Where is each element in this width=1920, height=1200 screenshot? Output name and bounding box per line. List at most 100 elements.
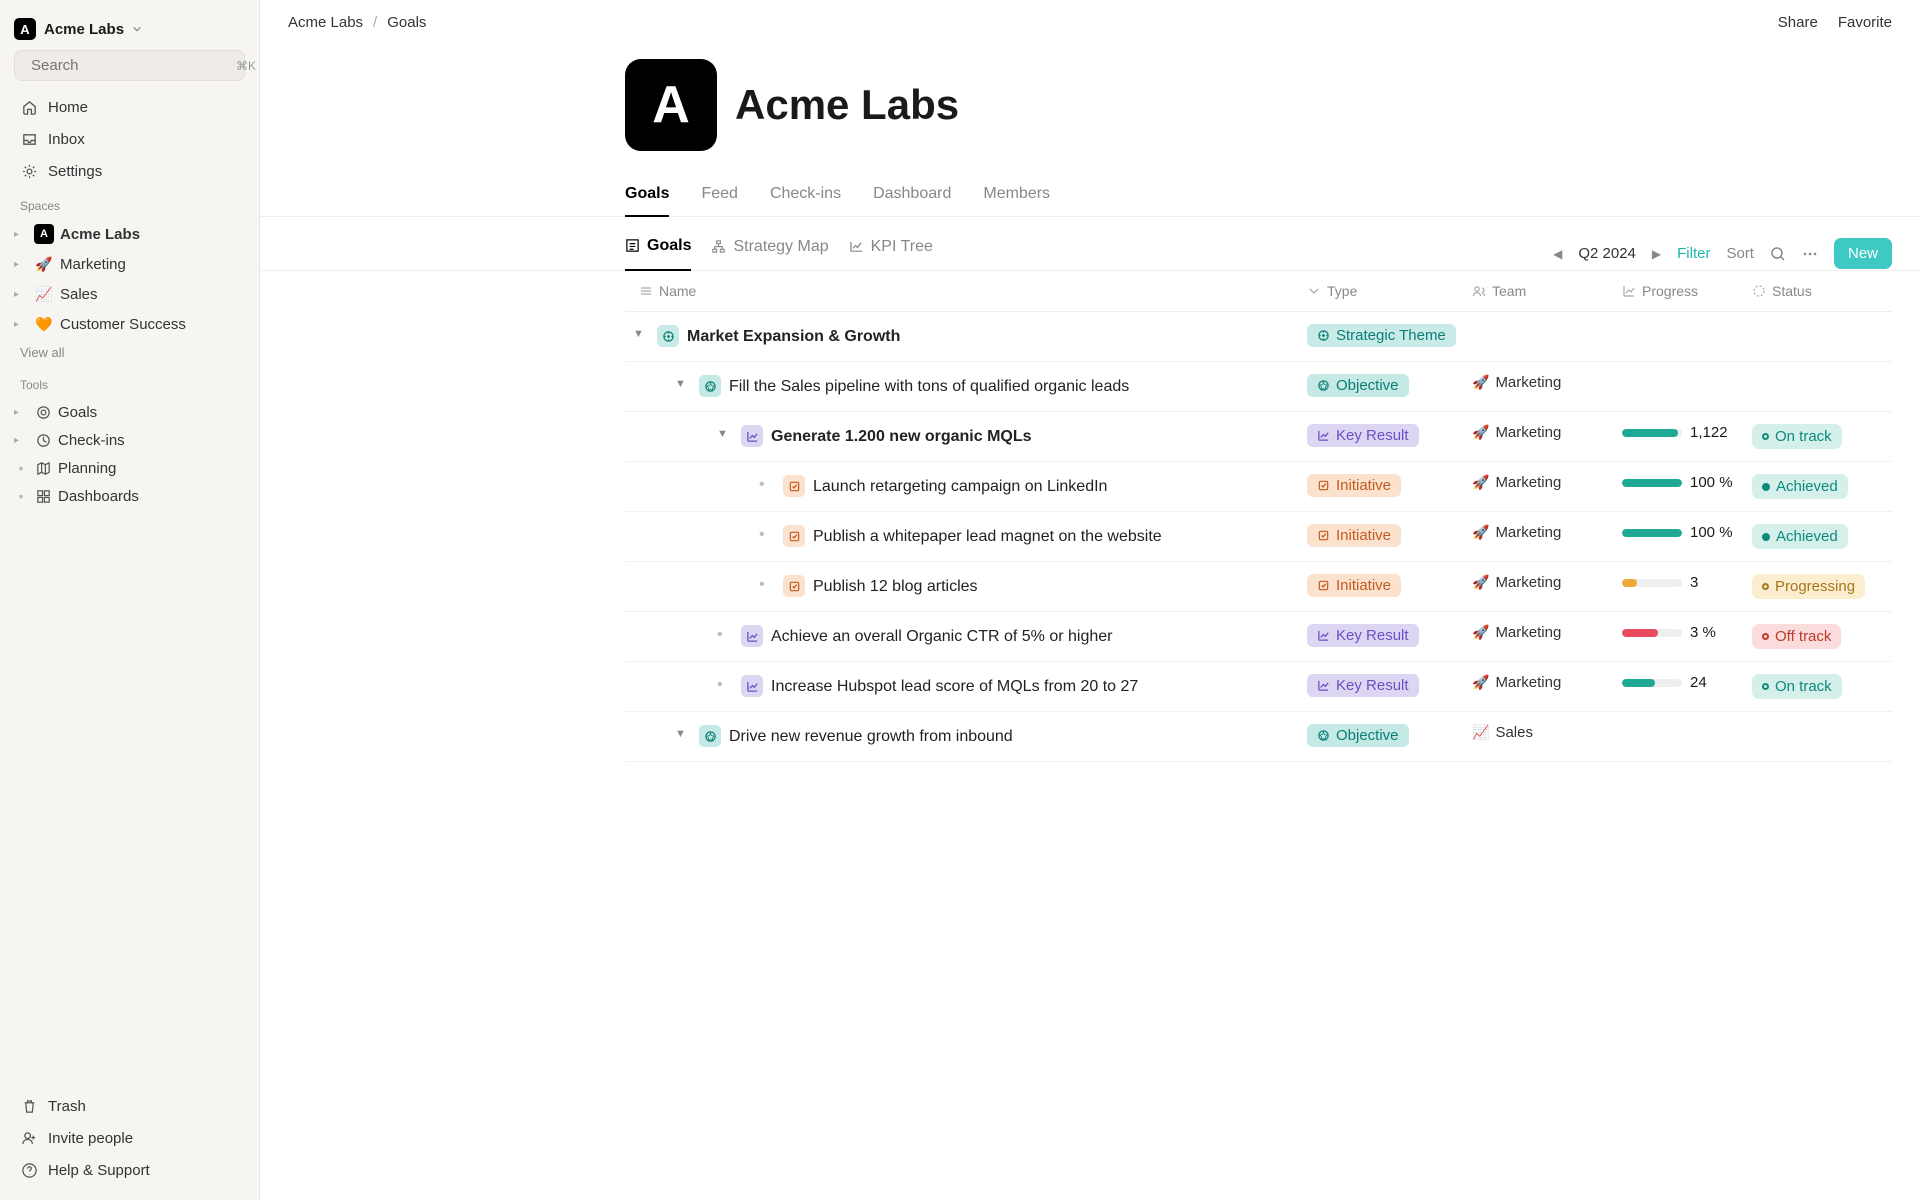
kr-icon bbox=[741, 675, 763, 697]
new-button[interactable]: New bbox=[1834, 238, 1892, 269]
sort-button[interactable]: Sort bbox=[1726, 245, 1754, 262]
bullet: • bbox=[759, 474, 775, 494]
type-label: Initiative bbox=[1336, 577, 1391, 594]
drag-icon bbox=[639, 284, 653, 298]
table-row[interactable]: ▼Market Expansion & GrowthStrategic Them… bbox=[625, 312, 1892, 362]
space-item[interactable]: ▸AAcme Labs bbox=[14, 219, 245, 249]
table-row[interactable]: ▼Fill the Sales pipeline with tons of qu… bbox=[625, 362, 1892, 412]
status-dot-icon bbox=[1762, 683, 1769, 690]
table-row[interactable]: •Launch retargeting campaign on LinkedIn… bbox=[625, 462, 1892, 512]
item-title: Achieve an overall Organic CTR of 5% or … bbox=[771, 624, 1113, 649]
col-name[interactable]: Name bbox=[659, 283, 696, 299]
type-tag: Objective bbox=[1307, 724, 1409, 747]
viewtab-goals[interactable]: Goals bbox=[625, 237, 691, 271]
team-emoji: 🚀 bbox=[1472, 424, 1489, 441]
table-row[interactable]: ▼Drive new revenue growth from inboundOb… bbox=[625, 712, 1892, 762]
table-row[interactable]: •Publish 12 blog articlesInitiative🚀Mark… bbox=[625, 562, 1892, 612]
table-row[interactable]: •Publish a whitepaper lead magnet on the… bbox=[625, 512, 1892, 562]
search-view-icon[interactable] bbox=[1770, 246, 1786, 262]
status-icon bbox=[1752, 284, 1766, 298]
obj-icon bbox=[699, 725, 721, 747]
chevron-right-icon[interactable]: ▸ bbox=[14, 259, 28, 270]
col-progress[interactable]: Progress bbox=[1642, 283, 1698, 299]
col-status[interactable]: Status bbox=[1772, 283, 1812, 299]
tool-item[interactable]: •Planning bbox=[14, 454, 245, 482]
space-item[interactable]: ▸📈Sales bbox=[14, 279, 245, 309]
col-type[interactable]: Type bbox=[1327, 283, 1357, 299]
item-title: Publish a whitepaper lead magnet on the … bbox=[813, 524, 1162, 549]
type-label: Objective bbox=[1336, 377, 1399, 394]
bullet: • bbox=[717, 674, 733, 694]
type-label: Strategic Theme bbox=[1336, 327, 1446, 344]
status-label: Achieved bbox=[1776, 528, 1838, 545]
kr-icon bbox=[741, 625, 763, 647]
footer-person-plus[interactable]: Invite people bbox=[14, 1122, 245, 1154]
team-label: Marketing bbox=[1495, 624, 1561, 641]
type-icon bbox=[1317, 529, 1331, 543]
table-row[interactable]: •Increase Hubspot lead score of MQLs fro… bbox=[625, 662, 1892, 712]
tab-dashboard[interactable]: Dashboard bbox=[873, 185, 951, 216]
share-button[interactable]: Share bbox=[1778, 14, 1818, 31]
footer-trash[interactable]: Trash bbox=[14, 1090, 245, 1122]
tab-check-ins[interactable]: Check-ins bbox=[770, 185, 841, 216]
disclosure-triangle[interactable]: ▼ bbox=[675, 374, 691, 390]
tool-label: Goals bbox=[58, 404, 97, 421]
disclosure-triangle[interactable]: ▼ bbox=[717, 424, 733, 440]
filter-button[interactable]: Filter bbox=[1677, 245, 1710, 262]
footer-help[interactable]: Help & Support bbox=[14, 1154, 245, 1186]
viewtab-kpi-tree[interactable]: KPI Tree bbox=[849, 237, 933, 270]
tool-item[interactable]: ▸ Check-ins bbox=[14, 426, 245, 454]
nav-home[interactable]: Home bbox=[14, 91, 245, 123]
table-row[interactable]: ▼Generate 1.200 new organic MQLsKey Resu… bbox=[625, 412, 1892, 462]
breadcrumb-root[interactable]: Acme Labs bbox=[288, 14, 363, 31]
space-item[interactable]: ▸🚀Marketing bbox=[14, 249, 245, 279]
table-row[interactable]: •Achieve an overall Organic CTR of 5% or… bbox=[625, 612, 1892, 662]
period-next[interactable]: ▶ bbox=[1652, 247, 1661, 261]
progress-value: 100 % bbox=[1690, 524, 1733, 541]
chevron-right-icon[interactable]: ▸ bbox=[14, 289, 28, 300]
nav-settings[interactable]: Settings bbox=[14, 155, 245, 187]
viewtab-label: Strategy Map bbox=[733, 238, 828, 256]
nav-inbox[interactable]: Inbox bbox=[14, 123, 245, 155]
chevron-right-icon[interactable]: ▸ bbox=[14, 319, 28, 330]
sidebar: A Acme Labs ⌘K HomeInboxSettings Spaces … bbox=[0, 0, 260, 1200]
chevron-right-icon[interactable]: ▸ bbox=[14, 407, 28, 418]
space-item[interactable]: ▸🧡Customer Success bbox=[14, 309, 245, 339]
space-label: Customer Success bbox=[60, 316, 186, 333]
viewtab-strategy-map[interactable]: Strategy Map bbox=[711, 237, 828, 270]
view-all-spaces[interactable]: View all bbox=[14, 339, 245, 366]
space-label: Acme Labs bbox=[60, 226, 140, 243]
tool-label: Check-ins bbox=[58, 432, 125, 449]
search-field[interactable] bbox=[31, 57, 230, 74]
period-prev[interactable]: ◀ bbox=[1553, 247, 1562, 261]
viewtab-label: Goals bbox=[647, 237, 691, 255]
disclosure-triangle[interactable]: ▼ bbox=[675, 724, 691, 740]
breadcrumb-current[interactable]: Goals bbox=[387, 14, 426, 31]
col-team[interactable]: Team bbox=[1492, 283, 1526, 299]
status-label: Progressing bbox=[1775, 578, 1855, 595]
tab-feed[interactable]: Feed bbox=[701, 185, 737, 216]
type-icon bbox=[1317, 479, 1331, 493]
search-input[interactable]: ⌘K bbox=[14, 50, 245, 81]
chevron-right-icon[interactable]: ▸ bbox=[14, 435, 28, 446]
disclosure-triangle[interactable]: ▼ bbox=[633, 324, 649, 340]
workspace-switcher[interactable]: A Acme Labs bbox=[14, 14, 245, 50]
period-label[interactable]: Q2 2024 bbox=[1578, 245, 1636, 262]
init-icon bbox=[783, 475, 805, 497]
sitemap-icon bbox=[711, 239, 727, 255]
more-icon[interactable] bbox=[1802, 246, 1818, 262]
spaces-section-label: Spaces bbox=[14, 187, 245, 219]
clock-icon bbox=[34, 431, 52, 449]
tab-goals[interactable]: Goals bbox=[625, 185, 669, 217]
progress-bar bbox=[1622, 579, 1682, 587]
tool-item[interactable]: •Dashboards bbox=[14, 482, 245, 510]
trash-icon bbox=[20, 1097, 38, 1115]
progress-value: 24 bbox=[1690, 674, 1707, 691]
tool-item[interactable]: ▸ Goals bbox=[14, 398, 245, 426]
team-emoji: 📈 bbox=[1472, 724, 1489, 741]
favorite-button[interactable]: Favorite bbox=[1838, 14, 1892, 31]
chevron-right-icon[interactable]: ▸ bbox=[14, 229, 28, 240]
status-label: Achieved bbox=[1776, 478, 1838, 495]
tab-members[interactable]: Members bbox=[983, 185, 1050, 216]
team-emoji: 🚀 bbox=[1472, 474, 1489, 491]
